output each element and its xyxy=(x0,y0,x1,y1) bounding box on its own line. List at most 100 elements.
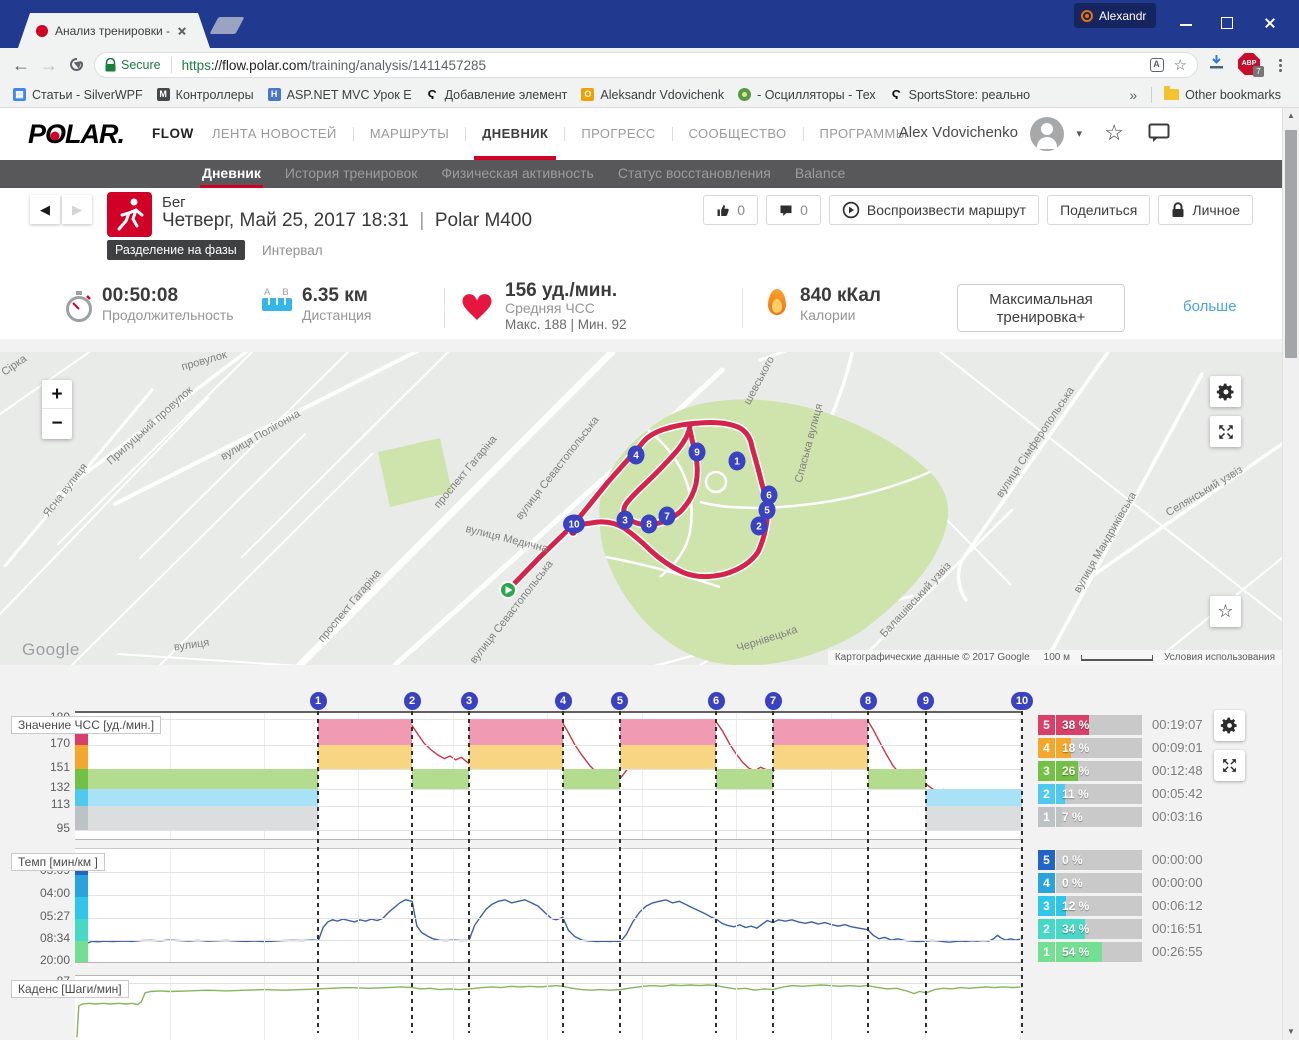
hr-maxmin: Макс. 188 | Мин. 92 xyxy=(505,317,627,332)
zoom-out-button[interactable]: − xyxy=(42,409,72,438)
lap-chip-4: 4 xyxy=(555,692,572,710)
other-bookmarks-label[interactable]: Other bookmarks xyxy=(1185,88,1281,102)
zone-time: 00:06:12 xyxy=(1152,896,1203,916)
browser-tab[interactable]: Анализ тренировки - Po xyxy=(18,13,210,48)
lap-chip-9: 9 xyxy=(917,692,934,710)
tab-close-icon[interactable] xyxy=(177,26,186,35)
forward-button[interactable]: → xyxy=(36,52,62,78)
translate-icon[interactable]: A xyxy=(1150,58,1164,72)
map-lap-number: 10 xyxy=(568,520,580,531)
bookmark-item[interactable]: HASP.NET MVC Урок Е xyxy=(261,86,419,104)
subnav-item-статус восстановления[interactable]: Статус восстановления xyxy=(618,160,771,188)
gear-icon xyxy=(1216,382,1236,402)
browser-profile-chip[interactable]: Alexandr xyxy=(1074,3,1156,28)
heart-icon xyxy=(460,291,494,321)
screen: Анализ тренировки - Po Alexandr ← → Secu… xyxy=(0,0,1299,1040)
phase-split-badge[interactable]: Разделение на фазы xyxy=(107,240,245,260)
window-close-button[interactable] xyxy=(1264,17,1276,29)
scrollbar-down-arrow[interactable]: ▼ xyxy=(1283,1024,1299,1040)
map-favorite-button[interactable]: ☆ xyxy=(1210,596,1241,627)
map-lap-number: 7 xyxy=(664,512,670,523)
bookmark-item[interactable]: MКонтроллеры xyxy=(150,86,261,104)
bookmarks-overflow-chevron[interactable]: » xyxy=(1129,87,1137,103)
subnav-item-физическая активность[interactable]: Физическая активность xyxy=(441,160,593,188)
page-scrollbar[interactable]: ▲ ▼ xyxy=(1282,108,1299,1040)
bookmark-star-icon[interactable]: ☆ xyxy=(1174,56,1187,74)
subnav-item-история тренировок[interactable]: История тренировок xyxy=(285,160,417,188)
url-scheme: https xyxy=(182,58,211,73)
max-training-button[interactable]: Максимальная тренировка+ xyxy=(957,284,1125,332)
bookmark-item[interactable]: ▦Статьи - SilverWPF xyxy=(6,86,150,104)
map-fullscreen-button[interactable] xyxy=(1210,416,1241,447)
zone-badge: 5 xyxy=(1038,850,1055,870)
address-bar[interactable]: Secure https://flow.polar.com/training/a… xyxy=(94,52,1198,78)
window-minimize-button[interactable] xyxy=(1180,24,1192,26)
zone-badge: 3 xyxy=(1038,896,1055,916)
comment-button[interactable]: 0 xyxy=(766,195,821,225)
prev-session-button[interactable]: ◀ xyxy=(30,195,60,224)
share-button[interactable]: Поделиться xyxy=(1047,195,1150,225)
calories-value: 840 кКал xyxy=(800,285,881,307)
stopwatch-icon xyxy=(64,290,94,324)
refresh-button[interactable] xyxy=(70,58,83,71)
map-settings-button[interactable] xyxy=(1210,376,1241,407)
subnav-item-balance[interactable]: Balance xyxy=(795,160,846,188)
polar-logo[interactable]: POLAR. xyxy=(28,119,124,150)
browser-titlebar: Анализ тренировки - Po Alexandr xyxy=(0,0,1299,48)
nav-item-сообщество[interactable]: СООБЩЕСТВО xyxy=(673,108,803,160)
distance-label: Дистанция xyxy=(302,307,372,323)
y-tick-label: 170 xyxy=(28,736,70,750)
chevron-down-icon[interactable]: ▾ xyxy=(1076,127,1082,140)
like-button[interactable]: 0 xyxy=(703,195,758,225)
nav-item-лента новостей[interactable]: ЛЕНТА НОВОСТЕЙ xyxy=(196,108,353,160)
private-button[interactable]: Личное xyxy=(1158,195,1253,225)
route-map[interactable]: СіркапровулокПрилуцький провулоквулиця П… xyxy=(0,352,1282,665)
bookmark-item[interactable]: ϚSportsStore: реально xyxy=(883,86,1037,104)
subnav-item-дневник[interactable]: Дневник xyxy=(202,160,261,188)
back-button[interactable]: ← xyxy=(8,52,34,78)
map-lap-number: 2 xyxy=(756,522,762,533)
window-maximize-button[interactable] xyxy=(1221,17,1233,29)
feedback-chat-icon[interactable] xyxy=(1148,123,1170,143)
bookmark-label: Статьи - SilverWPF xyxy=(32,88,143,102)
next-session-button[interactable]: ▶ xyxy=(62,195,92,224)
zone-badge: 4 xyxy=(1038,738,1055,758)
lap-dash-line xyxy=(715,711,717,1033)
gridline-horizontal xyxy=(75,895,1022,896)
y-tick-label: 04:00 xyxy=(28,886,70,900)
hr-chart[interactable] xyxy=(75,711,1022,840)
zoom-in-button[interactable]: + xyxy=(42,380,72,409)
nav-item-маршруты[interactable]: МАРШРУТЫ xyxy=(354,108,465,160)
bookmark-item[interactable]: ϚДобавление элемент xyxy=(419,86,575,104)
avatar[interactable] xyxy=(1030,117,1064,151)
y-tick-label: 20:00 xyxy=(28,953,70,967)
replay-route-button[interactable]: Воспроизвести маршрут xyxy=(829,195,1039,225)
user-name[interactable]: Alex Vdovichenko xyxy=(899,124,1018,141)
pace-line xyxy=(75,900,1022,961)
bookmarks-right: » Other bookmarks xyxy=(1129,82,1281,107)
lap-dash-line xyxy=(411,711,413,1033)
browser-menu-icon[interactable] xyxy=(1279,59,1282,62)
favorites-star-icon[interactable]: ☆ xyxy=(1104,120,1124,146)
zone-time: 00:16:51 xyxy=(1152,919,1203,939)
nav-item-дневник[interactable]: ДНЕВНИК xyxy=(466,108,564,160)
hr-zone-band xyxy=(75,769,318,789)
more-link[interactable]: больше xyxy=(1183,298,1237,315)
scrollbar-up-arrow[interactable]: ▲ xyxy=(1283,108,1299,124)
scrollbar-thumb[interactable] xyxy=(1285,130,1297,358)
nav-item-прогресс[interactable]: ПРОГРЕСС xyxy=(565,108,671,160)
bookmark-item[interactable]: OAleksandr Vdovichenk xyxy=(574,86,731,104)
terms-link[interactable]: Условия использования xyxy=(1157,652,1282,663)
gridline-vertical xyxy=(170,849,171,962)
zone-percent: 34 % xyxy=(1062,919,1089,939)
pace-chart[interactable] xyxy=(75,848,1022,963)
new-tab-button[interactable] xyxy=(209,17,244,34)
lap-chip-7: 7 xyxy=(765,692,782,710)
download-extension-icon[interactable] xyxy=(1208,54,1225,70)
y-tick-label: 132 xyxy=(28,780,70,794)
bookmark-item[interactable]: - Осцилляторы - Тех xyxy=(731,86,883,104)
browser-toolbar: ← → Secure https://flow.polar.com/traini… xyxy=(0,48,1299,82)
cadence-chart[interactable] xyxy=(75,975,1022,1040)
gridline-vertical xyxy=(736,849,737,962)
bookmark-label: ASP.NET MVC Урок Е xyxy=(287,88,412,102)
